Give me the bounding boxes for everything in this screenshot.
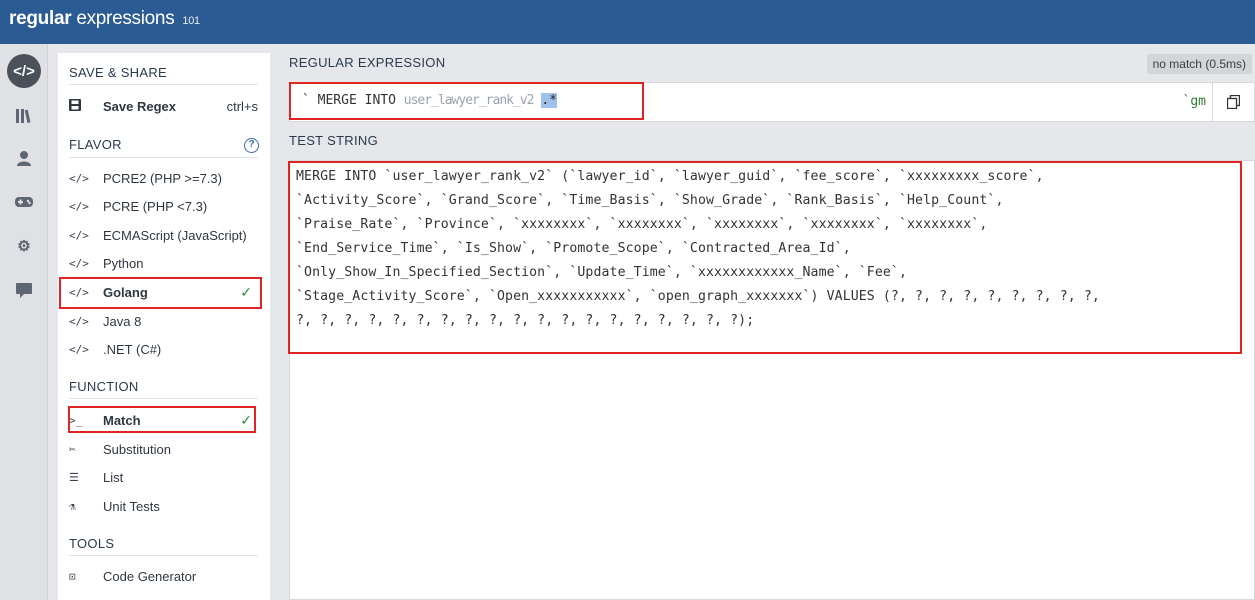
logo-number: 101 — [182, 15, 200, 27]
code-icon: </> — [69, 285, 89, 299]
sidebar: SAVE & SHARE Save Regex ctrl+s FLAVOR ? … — [58, 53, 270, 600]
logo-sub: expressions — [76, 8, 175, 29]
gamepad-icon[interactable] — [7, 185, 41, 219]
test-line: `Activity_Score`, `Grand_Score`, `Time_B… — [296, 193, 1004, 208]
flavor-label: Python — [103, 255, 144, 271]
copy-button[interactable] — [1212, 83, 1254, 121]
regex-obscured-text: user_lawyer_rank_v2 — [403, 93, 535, 108]
function-label: Substitution — [103, 441, 171, 457]
flavor-python[interactable]: </> Python — [69, 250, 258, 276]
user-icon[interactable] — [7, 141, 41, 175]
tools-title: TOOLS — [69, 536, 115, 551]
flask-icon: ⚗ — [69, 499, 76, 513]
flavor-label: Java 8 — [103, 313, 142, 329]
regex-prefix: MERGE INTO — [317, 93, 396, 108]
code-generator-icon: ⊡ — [69, 569, 76, 583]
main-panel: REGULAR EXPRESSION no match (0.5ms) ` ME… — [280, 44, 1255, 600]
save-regex-button[interactable]: Save Regex ctrl+s — [69, 93, 258, 119]
check-icon: ✓ — [240, 283, 252, 300]
divider — [69, 398, 258, 399]
code-icon: </> — [69, 199, 89, 213]
regex-highlight: .* — [541, 93, 557, 108]
regex-text[interactable]: ` MERGE INTO user_lawyer_rank_v2 .* — [302, 93, 557, 108]
test-line: `End_Service_Time`, `Is_Show`, `Promote_… — [296, 241, 851, 256]
save-shortcut: ctrl+s — [226, 98, 258, 114]
scissors-icon: ✂ — [69, 442, 76, 456]
flavor-label: PCRE (PHP <7.3) — [103, 198, 208, 214]
help-icon[interactable]: ? — [244, 138, 259, 153]
flavor-label: .NET (C#) — [103, 341, 162, 357]
code-icon: </> — [69, 256, 89, 270]
function-title: FUNCTION — [69, 379, 139, 394]
library-icon[interactable] — [7, 99, 41, 133]
match-status-badge: no match (0.5ms) — [1146, 54, 1252, 74]
test-line: MERGE INTO `user_lawyer_rank_v2` (`lawye… — [296, 169, 1044, 184]
divider — [69, 555, 258, 556]
flavor-ecmascript[interactable]: </> ECMAScript (JavaScript) — [69, 222, 258, 248]
function-substitution[interactable]: ✂ Substitution — [69, 436, 258, 462]
function-label: Match — [103, 412, 141, 428]
code-icon[interactable]: </> — [7, 54, 41, 88]
function-label: Unit Tests — [103, 498, 160, 514]
divider — [69, 84, 258, 85]
icon-sidebar: </> ⚙ — [0, 44, 48, 600]
test-line: `Praise_Rate`, `Province`, `xxxxxxxx`, `… — [296, 217, 988, 232]
tool-label: Code Generator — [103, 568, 197, 584]
regex-input[interactable]: ` MERGE INTO user_lawyer_rank_v2 .* `gm — [289, 82, 1255, 122]
check-icon: ✓ — [240, 411, 252, 428]
flavor-java8[interactable]: </> Java 8 — [69, 308, 258, 334]
save-share-title: SAVE & SHARE — [69, 65, 168, 80]
regex-delimiter: ` — [302, 93, 310, 108]
code-icon: </> — [69, 314, 89, 328]
flavor-pcre2[interactable]: </> PCRE2 (PHP >=7.3) — [69, 165, 258, 191]
code-icon: </> — [69, 171, 89, 185]
test-line: ?, ?, ?, ?, ?, ?, ?, ?, ?, ?, ?, ?, ?, ?… — [296, 313, 755, 328]
regex-flags[interactable]: `gm — [1183, 94, 1206, 109]
save-regex-label: Save Regex — [103, 98, 176, 114]
divider — [69, 157, 258, 158]
flavor-dotnet[interactable]: </> .NET (C#) — [69, 336, 258, 362]
flavor-label: PCRE2 (PHP >=7.3) — [103, 170, 222, 186]
terminal-icon: >_ — [69, 413, 83, 427]
flavor-pcre[interactable]: </> PCRE (PHP <7.3) — [69, 193, 258, 219]
list-icon: ☰ — [69, 470, 79, 484]
regex-label: REGULAR EXPRESSION — [289, 55, 446, 70]
gear-icon[interactable]: ⚙ — [7, 229, 41, 263]
function-list[interactable]: ☰ List — [69, 464, 258, 490]
top-bar: regular expressions 101 — [0, 0, 1255, 44]
function-unit-tests[interactable]: ⚗ Unit Tests — [69, 493, 258, 519]
code-icon: </> — [69, 342, 89, 356]
test-line: `Stage_Activity_Score`, `Open_xxxxxxxxxx… — [296, 289, 1100, 304]
flavor-label: Golang — [103, 284, 148, 300]
floppy-icon — [69, 98, 93, 114]
code-icon: </> — [69, 228, 89, 242]
logo-main: regular — [9, 8, 72, 29]
tool-code-generator[interactable]: ⊡ Code Generator — [69, 563, 258, 589]
test-string-input[interactable]: MERGE INTO `user_lawyer_rank_v2` (`lawye… — [289, 160, 1255, 600]
flavor-title: FLAVOR — [69, 137, 122, 152]
test-line: `Only_Show_In_Specified_Section`, `Updat… — [296, 265, 908, 280]
chat-icon[interactable] — [7, 273, 41, 307]
flavor-label: ECMAScript (JavaScript) — [103, 227, 247, 243]
test-string-label: TEST STRING — [289, 133, 379, 148]
function-match[interactable]: >_ Match ✓ — [69, 407, 258, 433]
app-logo[interactable]: regular expressions 101 — [9, 8, 200, 30]
copy-icon — [1227, 95, 1240, 109]
function-label: List — [103, 469, 124, 485]
flavor-golang[interactable]: </> Golang ✓ — [69, 279, 258, 305]
